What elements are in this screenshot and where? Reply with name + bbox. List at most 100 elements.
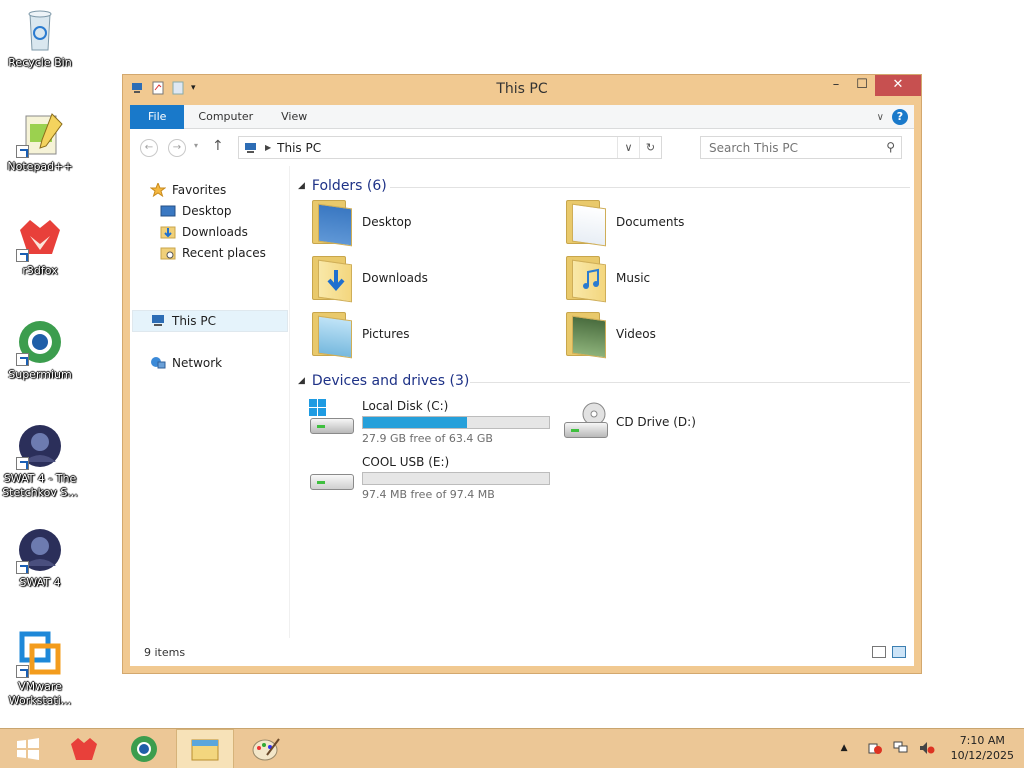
action-center-icon[interactable] xyxy=(867,741,883,755)
minimize-button[interactable]: – xyxy=(823,75,849,96)
group-header-label: Folders (6) xyxy=(311,178,387,194)
folder-videos-icon xyxy=(564,310,608,359)
folder-item[interactable]: Desktop xyxy=(310,198,412,247)
tab-view[interactable]: View xyxy=(267,105,321,129)
desktop-icon-label: Notepad++ xyxy=(7,160,73,173)
address-bar[interactable]: ▶ This PC ∨ ↻ xyxy=(238,136,662,159)
desktop-icon-recycle-bin[interactable]: Recycle Bin xyxy=(2,6,78,70)
desktop-icon-vmware[interactable]: VMware Workstati... xyxy=(2,630,78,708)
usb-drive-icon xyxy=(308,454,356,494)
up-button[interactable]: ↑ xyxy=(212,138,224,154)
folder-name: Videos xyxy=(616,327,656,341)
maximize-button[interactable]: ☐ xyxy=(849,75,875,96)
nav-item-label: Recent places xyxy=(182,246,266,260)
nav-item-network[interactable]: Network xyxy=(150,353,222,373)
file-explorer-icon xyxy=(191,739,219,761)
devices-group-header[interactable]: ◢ Devices and drives (3) xyxy=(298,373,910,389)
r3dfox-icon xyxy=(16,214,64,262)
desktop-icon-swat4-stetchkov[interactable]: SWAT 4 - The Stetchkov S... xyxy=(2,422,78,500)
taskbar-paint[interactable] xyxy=(238,729,294,768)
item-count: 9 items xyxy=(144,646,186,659)
desktop-icon-notepadpp[interactable]: Notepad++ xyxy=(2,110,78,174)
system-tray: ▲ 7:10 AM 10/12/2025 xyxy=(841,733,1014,763)
nav-item-desktop[interactable]: Desktop xyxy=(160,201,232,221)
group-divider xyxy=(470,382,910,383)
drive-usage-bar xyxy=(362,416,550,429)
help-icon[interactable]: ? xyxy=(892,109,908,125)
back-button[interactable]: ← xyxy=(140,139,158,157)
search-icon[interactable]: ⚲ xyxy=(886,140,895,154)
desktop-icon-label: r3dfox xyxy=(22,264,58,277)
supermium-icon xyxy=(16,318,64,366)
folders-group-header[interactable]: ◢ Folders (6) xyxy=(298,178,910,194)
folder-item[interactable]: Music xyxy=(564,254,650,303)
folder-item[interactable]: Videos xyxy=(564,310,656,359)
shortcut-arrow-icon xyxy=(16,353,29,366)
search-box[interactable]: ⚲ xyxy=(700,136,902,159)
expand-ribbon-icon[interactable]: ∨ xyxy=(877,112,884,123)
folder-name: Downloads xyxy=(362,271,428,285)
taskbar-r3dfox[interactable] xyxy=(56,729,112,768)
show-hidden-icons-icon[interactable]: ▲ xyxy=(841,741,857,755)
drive-item[interactable]: Local Disk (C:) 27.9 GB free of 63.4 GB xyxy=(308,398,550,445)
local-disk-icon xyxy=(308,398,356,438)
folder-item[interactable]: Pictures xyxy=(310,310,410,359)
folder-desktop-icon xyxy=(310,198,354,247)
search-input[interactable] xyxy=(701,137,871,158)
tab-computer[interactable]: Computer xyxy=(184,105,267,129)
nav-item-label: Desktop xyxy=(182,204,232,218)
nav-item-recent-places[interactable]: Recent places xyxy=(160,243,266,263)
address-path[interactable]: This PC xyxy=(277,141,321,155)
nav-item-favorites[interactable]: Favorites xyxy=(149,180,226,200)
shortcut-arrow-icon xyxy=(16,457,29,470)
forward-button[interactable]: → xyxy=(168,139,186,157)
drive-name: Local Disk (C:) xyxy=(362,399,449,413)
title-bar[interactable]: ▾ This PC – ☐ ✕ xyxy=(123,75,921,103)
drive-item[interactable]: COOL USB (E:) 97.4 MB free of 97.4 MB xyxy=(308,454,550,501)
group-divider xyxy=(390,187,910,188)
address-toolbar: ← → ▾ ↑ ▶ This PC ∨ ↻ ⚲ xyxy=(130,129,914,165)
network-status-icon[interactable] xyxy=(893,741,909,755)
large-icons-view-icon[interactable] xyxy=(892,646,906,658)
details-view-icon[interactable] xyxy=(872,646,886,658)
nav-item-downloads[interactable]: Downloads xyxy=(160,222,248,242)
folder-pictures-icon xyxy=(310,310,354,359)
status-bar: 9 items xyxy=(130,638,914,666)
clock[interactable]: 7:10 AM 10/12/2025 xyxy=(951,733,1014,763)
start-button[interactable] xyxy=(0,729,56,768)
recent-locations-button[interactable]: ▾ xyxy=(194,141,198,150)
collapse-triangle-icon[interactable]: ◢ xyxy=(298,181,305,191)
address-dropdown-icon[interactable]: ∨ xyxy=(617,137,639,158)
content-pane: ◢ Folders (6) Desktop Documents Download… xyxy=(290,166,914,638)
drive-free-space: 97.4 MB free of 97.4 MB xyxy=(362,488,495,501)
chevron-right-icon[interactable]: ▶ xyxy=(265,143,271,152)
folder-item[interactable]: Documents xyxy=(564,198,684,247)
this-pc-icon xyxy=(150,314,166,328)
folder-downloads-icon xyxy=(310,254,354,303)
drive-free-space: 27.9 GB free of 63.4 GB xyxy=(362,432,493,445)
star-icon xyxy=(149,181,167,198)
folder-item[interactable]: Downloads xyxy=(310,254,428,303)
drive-name: CD Drive (D:) xyxy=(616,415,696,429)
tab-file[interactable]: File xyxy=(130,104,185,129)
taskbar-file-explorer[interactable] xyxy=(176,729,234,768)
nav-item-this-pc[interactable]: This PC xyxy=(150,311,216,331)
close-button[interactable]: ✕ xyxy=(875,75,921,96)
recent-places-icon xyxy=(160,246,176,260)
refresh-icon[interactable]: ↻ xyxy=(639,137,661,158)
swat4-icon xyxy=(16,422,64,470)
collapse-triangle-icon[interactable]: ◢ xyxy=(298,376,305,386)
downloads-icon xyxy=(160,225,176,239)
desktop-icon-label: Recycle Bin xyxy=(8,56,72,69)
windows-logo-icon xyxy=(17,738,39,760)
ribbon: File Computer View ∨ ? xyxy=(130,104,914,129)
drive-item[interactable]: CD Drive (D:) xyxy=(562,398,696,446)
r3dfox-icon xyxy=(71,738,97,760)
volume-muted-icon[interactable] xyxy=(919,741,935,755)
nav-item-label: Downloads xyxy=(182,225,248,239)
desktop-icon-supermium[interactable]: Supermium xyxy=(2,318,78,382)
taskbar-supermium[interactable] xyxy=(116,729,172,768)
shortcut-arrow-icon xyxy=(16,665,29,678)
desktop-icon-r3dfox[interactable]: r3dfox xyxy=(2,214,78,278)
desktop-icon-swat4[interactable]: SWAT 4 xyxy=(2,526,78,590)
